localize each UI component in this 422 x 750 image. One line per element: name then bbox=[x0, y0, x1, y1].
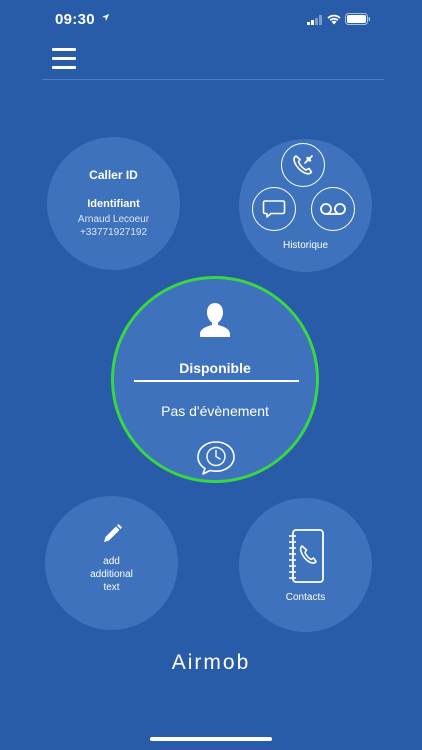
person-icon bbox=[200, 303, 230, 337]
history-button[interactable]: Historique bbox=[239, 139, 372, 272]
status-time: 09:30 bbox=[55, 11, 95, 28]
header-divider bbox=[42, 79, 384, 80]
airmob-logo: Airmob bbox=[171, 651, 251, 674]
wifi-icon bbox=[327, 14, 341, 25]
hamburger-menu-button[interactable] bbox=[52, 47, 78, 71]
battery-icon bbox=[345, 13, 371, 25]
event-label: Pas d'évènement bbox=[161, 403, 269, 419]
presence-divider bbox=[134, 380, 299, 382]
voicemail-icon bbox=[311, 187, 355, 231]
presence-status-button[interactable]: Disponible Pas d'évènement bbox=[111, 276, 319, 483]
home-indicator bbox=[150, 737, 272, 741]
caller-id-title: Caller ID bbox=[89, 168, 138, 182]
status-bar: 09:30 bbox=[0, 0, 422, 40]
additional-text-line: add bbox=[103, 556, 120, 567]
pencil-icon bbox=[103, 524, 122, 542]
additional-text-line: text bbox=[103, 582, 120, 593]
contacts-book-icon bbox=[288, 529, 324, 583]
phone-calls-icon bbox=[281, 143, 325, 187]
location-arrow-icon bbox=[101, 13, 110, 22]
cellular-signal-icon bbox=[307, 15, 322, 25]
caller-id-name: Arnaud Lecoeur bbox=[77, 214, 150, 225]
presence-status-label: Disponible bbox=[179, 360, 251, 376]
caller-id-number: +33771927192 bbox=[79, 227, 148, 238]
contacts-button[interactable]: Contacts bbox=[239, 498, 372, 632]
clock-bubble-icon bbox=[197, 441, 235, 475]
message-icon bbox=[252, 187, 296, 231]
add-additional-text-button[interactable]: add additional text bbox=[45, 496, 178, 630]
additional-text-line: additional bbox=[90, 569, 133, 580]
caller-id-button[interactable]: Caller ID Identifiant Arnaud Lecoeur +33… bbox=[47, 137, 180, 270]
caller-id-subtitle: Identifiant bbox=[87, 198, 140, 210]
contacts-label: Contacts bbox=[285, 592, 326, 603]
history-label: Historique bbox=[282, 240, 329, 251]
